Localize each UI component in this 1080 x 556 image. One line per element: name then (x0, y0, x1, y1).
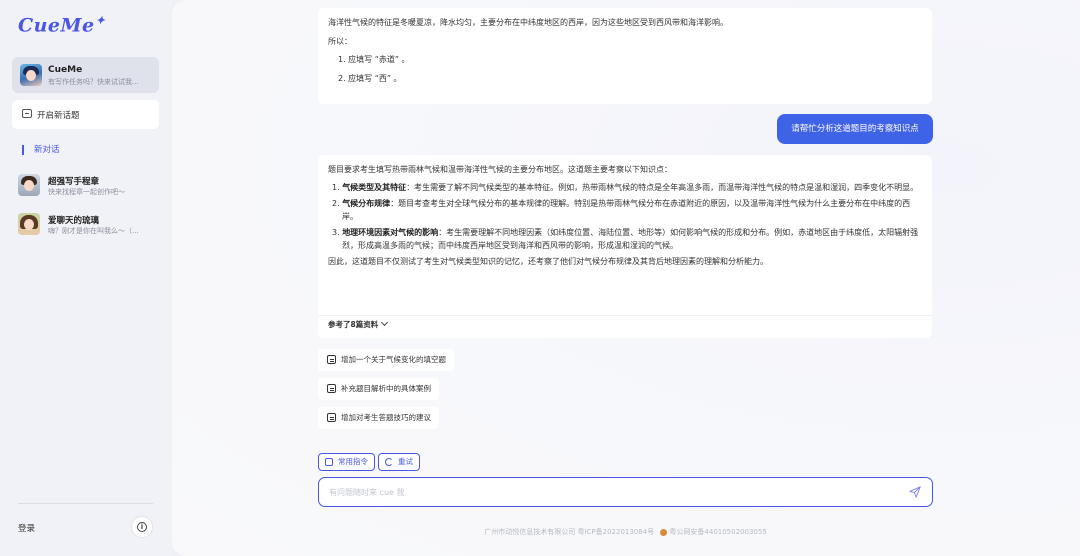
chat-subtitle: 嗨？刚才是你在叫我么～（... (48, 227, 139, 235)
assistant-message: 题目要求考生填写热带雨林气候和温带海洋性气候的主要分布地区。这道题主要考察以下知… (318, 155, 932, 338)
list-item: 1. 气候类型及其特征：考生需要了解不同气候类型的基本特征。例如，热带雨林气候的… (332, 182, 919, 192)
message-input-box (318, 477, 933, 507)
message-text: 海洋性气候的特征是冬暖夏凉，降水均匀，主要分布在中纬度地区的西岸，因为这些地区受… (328, 18, 728, 27)
assistant-message: 海洋性气候的特征是冬暖夏凉，降水均匀，主要分布在中纬度地区的西岸，因为这些地区受… (318, 8, 932, 104)
common-commands-button[interactable]: 常用指令 (318, 453, 375, 471)
message-text: 题目要求考生填写热带雨林气候和温带海洋性气候的主要分布地区。这道题主要考察以下知… (328, 165, 672, 174)
chat-title: 超强写手程章 (48, 177, 100, 187)
message-text: 因此，这道题目不仅测试了考生对气候类型知识的记忆，还考察了他们对气候分布规律及其… (328, 257, 768, 266)
list-item: 2. 气候分布规律：题目考查考生对全球气候分布的基本规律的理解。特别是热带雨林气… (332, 199, 911, 221)
note-icon (327, 355, 336, 364)
new-topic-label: 开启新话题 (37, 111, 80, 121)
sidebar-item-new-chat[interactable]: 新对话 (22, 145, 60, 155)
refresh-icon (385, 458, 393, 466)
chat-plus-icon (22, 109, 32, 118)
avatar (18, 213, 40, 235)
answer-list: 1. 气候类型及其特征：考生需要了解不同气候类型的基本特征。例如，热带雨林气候的… (328, 182, 922, 253)
chevron-down-icon (381, 318, 389, 327)
sparkle-icon: ✦ (95, 14, 106, 27)
avatar (18, 174, 40, 196)
note-icon (327, 413, 336, 422)
note-icon (327, 384, 336, 393)
command-icon (325, 458, 333, 466)
list-item: 3. 地理环境因素对气候的影响：考生需要理解不同地理因素（如纬度位置、海陆位置、… (332, 228, 919, 250)
list-item: 1. 应填写 “赤道” 。 (338, 55, 410, 64)
cueme-logo[interactable]: CueMe✦ (18, 14, 105, 36)
avatar (20, 64, 42, 86)
sidebar-item-chat[interactable]: 超强写手程章 快来找程章一起创作吧～ (18, 173, 158, 199)
retry-button[interactable]: 重试 (378, 453, 420, 471)
chat-main: 海洋性气候的特征是冬暖夏凉，降水均匀，主要分布在中纬度地区的西岸，因为这些地区受… (172, 0, 1080, 556)
new-topic-button[interactable]: 开启新话题 (12, 100, 159, 129)
agent-card-cueme[interactable]: CueMe 有写作任务吗？快来试试我... (12, 57, 159, 93)
info-icon: i (137, 522, 147, 532)
icp-link[interactable]: 广州市动悦信息技术有限公司 粤ICP备2022013084号 (484, 528, 654, 536)
sidebar-item-chat[interactable]: 爱聊天的琉璃 嗨？刚才是你在叫我么～（... (18, 212, 158, 238)
chat-subtitle: 快来找程章一起创作吧～ (48, 188, 125, 196)
login-link[interactable]: 登录 (18, 522, 35, 534)
answer-list: 1. 应填写 “赤道” 。 2. 应填写 “西” 。 (338, 54, 922, 85)
message-text: 所以： (328, 36, 352, 46)
agent-name: CueMe (48, 65, 83, 75)
suggestion-button[interactable]: 增加一个关于气候变化的填空题 (318, 349, 454, 371)
suggestion-button[interactable]: 补充题目解析中的具体案例 (318, 378, 439, 400)
sidebar: CueMe✦ CueMe 有写作任务吗？快来试试我... 开启新话题 新对话 超… (0, 0, 172, 556)
agent-subtitle: 有写作任务吗？快来试试我... (48, 78, 139, 86)
divider (318, 315, 932, 316)
police-badge-icon (660, 528, 668, 536)
message-input[interactable] (329, 484, 889, 500)
list-item: 2. 应填写 “西” 。 (338, 73, 402, 83)
suggestion-button[interactable]: 增加对考生答题技巧的建议 (318, 407, 439, 429)
references-toggle[interactable]: 参考了8篇资料 (328, 318, 389, 330)
police-link[interactable]: 粤公网安备44010502003055 (669, 528, 766, 536)
divider (18, 503, 153, 504)
chat-title: 爱聊天的琉璃 (48, 216, 100, 226)
user-message: 请帮忙分析这道题目的考察知识点 (777, 114, 933, 144)
footer: 广州市动悦信息技术有限公司 粤ICP备2022013084号 粤公网安备4401… (318, 527, 933, 537)
info-button[interactable]: i (131, 516, 153, 538)
send-icon[interactable] (908, 485, 922, 499)
